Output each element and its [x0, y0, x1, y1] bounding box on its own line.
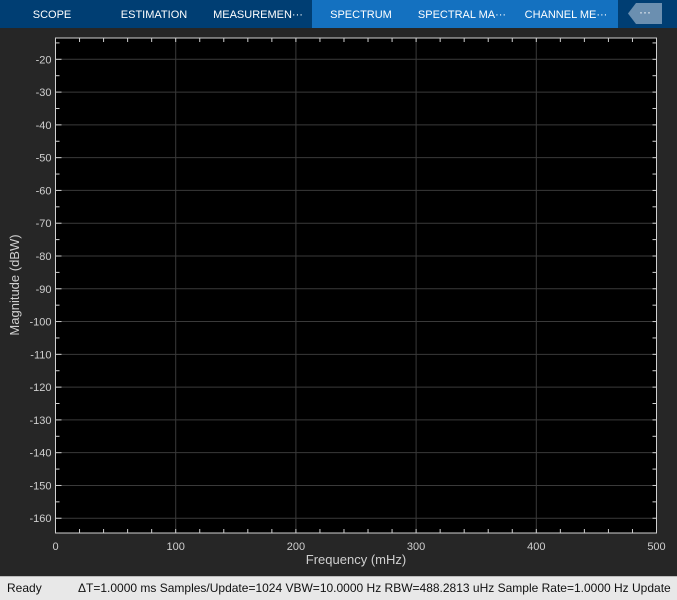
y-tick-label: -90 [36, 284, 52, 296]
x-tick-label: 0 [52, 541, 58, 553]
y-tick-label: -140 [29, 448, 51, 460]
tab-scope[interactable]: SCOPE [0, 0, 104, 28]
y-axis-label: Magnitude (dBW) [7, 234, 22, 335]
y-tick-label: -120 [29, 382, 51, 394]
toolstrip-tabs: SCOPE ESTIMATION MEASUREMEN··· SPECTRUM … [0, 0, 677, 28]
x-tick-label: 500 [647, 541, 665, 553]
y-tick-label: -80 [36, 251, 52, 263]
y-tick-label: -20 [36, 54, 52, 66]
status-bar: Ready ΔT=1.0000 ms Samples/Update=1024 V… [0, 576, 677, 600]
x-tick-label: 300 [407, 541, 425, 553]
tab-spectral-mask[interactable]: SPECTRAL MA··· [410, 0, 514, 28]
y-tick-label: -130 [29, 415, 51, 427]
y-tick-label: -70 [36, 218, 52, 230]
tab-measurements[interactable]: MEASUREMEN··· [204, 0, 312, 28]
tab-estimation[interactable]: ESTIMATION [104, 0, 204, 28]
status-state: Ready [7, 581, 42, 595]
y-tick-label: -40 [36, 120, 52, 132]
status-info: ΔT=1.0000 ms Samples/Update=1024 VBW=10.… [78, 581, 671, 595]
x-tick-label: 200 [287, 541, 305, 553]
y-tick-label: -150 [29, 480, 51, 492]
y-tick-label: -110 [30, 349, 51, 361]
y-tick-label: -30 [36, 87, 52, 99]
more-tabs-button[interactable]: ··· [628, 3, 662, 24]
y-tick-label: -160 [29, 513, 51, 525]
plot-area [55, 38, 657, 533]
x-tick-label: 100 [167, 541, 185, 553]
y-tick-label: -60 [36, 185, 52, 197]
x-tick-label: 400 [527, 541, 545, 553]
x-axis-label: Frequency (mHz) [306, 552, 406, 567]
y-tick-label: -100 [29, 317, 51, 329]
spectrum-plot[interactable]: 0 100 200 300 400 500 -20 -30 -40 -50 -60 -70 -80 -90… [0, 28, 677, 576]
tab-channel-measurements[interactable]: CHANNEL ME··· [514, 0, 618, 28]
y-tick-label: -50 [36, 153, 52, 165]
tab-spectrum[interactable]: SPECTRUM [312, 0, 410, 28]
